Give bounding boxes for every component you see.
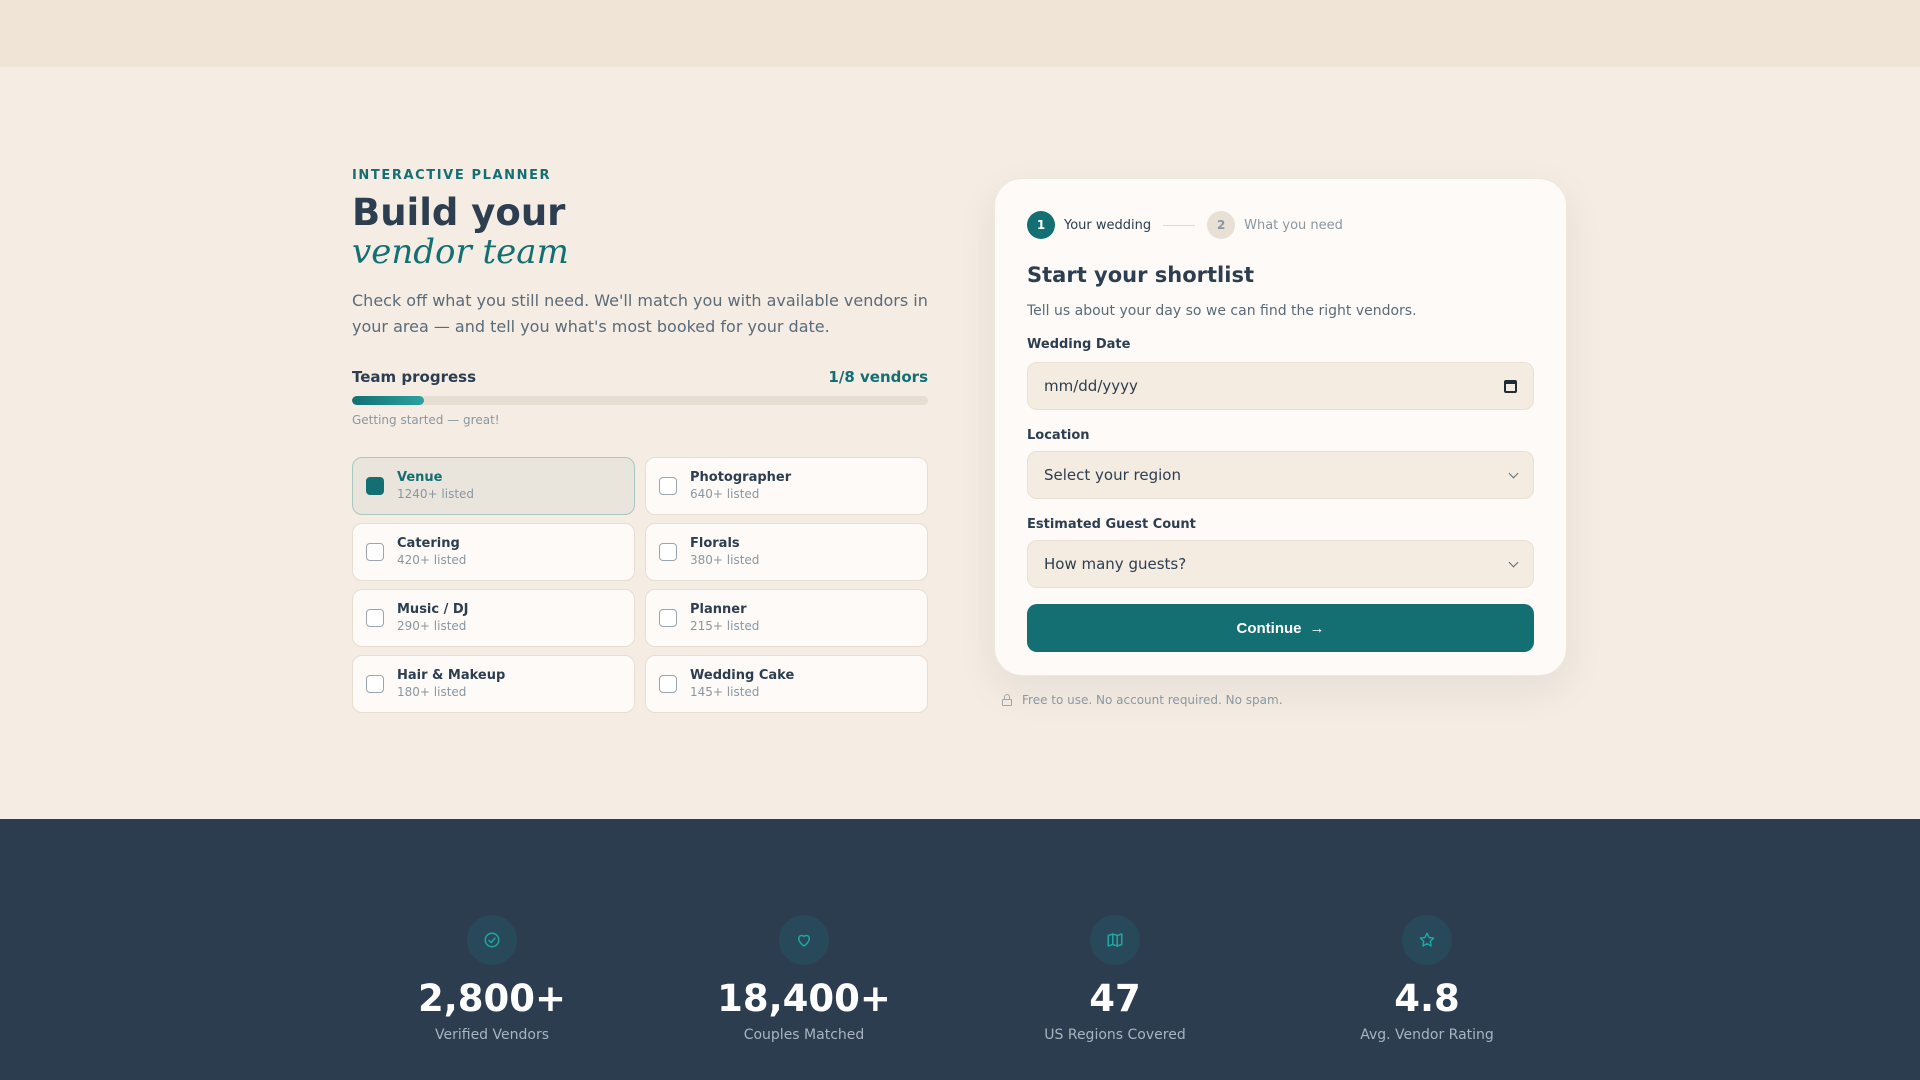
vendor-name: Catering [397, 535, 460, 551]
progress-bar-fill [352, 395, 424, 405]
planner-intro: INTERACTIVE PLANNER Build your vendor te… [352, 160, 928, 713]
step-divider [1163, 224, 1196, 226]
progress-bar [352, 395, 928, 405]
stat-couples-matched: 18,400+ Couples Matched [654, 819, 954, 1043]
stat-label: Couples Matched [743, 1027, 865, 1043]
vendor-count: 1240+ listed [397, 486, 475, 501]
vendor-option-venue[interactable]: Venue 1240+ listed [352, 456, 635, 515]
intro-text: Check off what you still need. We'll mat… [352, 290, 928, 336]
vendor-name: Photographer [690, 469, 792, 485]
stat-label: Avg. Vendor Rating [1360, 1027, 1494, 1043]
vendor-option-catering[interactable]: Catering 420+ listed [352, 522, 635, 581]
vendor-option-hair-makeup[interactable]: Hair & Makeup 180+ listed [352, 654, 635, 713]
check-circle-icon [467, 915, 517, 965]
stat-value: 4.8 [1394, 977, 1460, 1020]
location-label: Location [1027, 428, 1090, 443]
vendor-text: Music / DJ 290+ listed [397, 602, 469, 634]
vendor-name: Hair & Makeup [397, 667, 506, 683]
vendor-option-photographer[interactable]: Photographer 640+ listed [645, 456, 928, 515]
wedding-date-label: Wedding Date [1027, 337, 1131, 352]
checkbox[interactable] [366, 476, 384, 495]
stat-vendor-rating: 4.8 Avg. Vendor Rating [1277, 819, 1577, 1043]
checkbox[interactable] [366, 674, 384, 693]
vendor-name: Planner [690, 601, 747, 617]
vendor-count: 380+ listed [690, 552, 760, 567]
star-icon [1402, 915, 1452, 965]
guest-count-select[interactable]: How many guests? [1027, 540, 1534, 588]
checkbox[interactable] [659, 674, 677, 693]
stat-value: 2,800+ [417, 977, 567, 1020]
step-2-label: What you need [1244, 217, 1343, 233]
step-2-indicator: 2 [1207, 211, 1236, 239]
stat-label: Verified Vendors [435, 1027, 549, 1043]
privacy-note: Free to use. No account required. No spa… [1002, 693, 1283, 707]
vendor-option-florals[interactable]: Florals 380+ listed [645, 522, 928, 581]
checkbox[interactable] [659, 608, 677, 627]
stat-verified-vendors: 2,800+ Verified Vendors [342, 819, 642, 1043]
page-title-accent: vendor team [352, 232, 569, 273]
continue-button[interactable]: Continue → [1027, 604, 1534, 652]
progress-title: Team progress [352, 367, 476, 386]
vendor-name: Music / DJ [397, 601, 469, 617]
progress-count: 1/8 vendors [828, 367, 928, 386]
stats-band: 2,800+ Verified Vendors 18,400+ Couples … [0, 819, 1920, 1080]
chevron-down-icon [1508, 557, 1519, 567]
continue-label: Continue [1236, 619, 1302, 637]
vendor-checklist: Venue 1240+ listed Photographer 640+ lis… [352, 456, 928, 713]
lock-icon [1002, 694, 1012, 706]
vendor-name: Wedding Cake [690, 667, 795, 683]
privacy-note-text: Free to use. No account required. No spa… [1022, 693, 1283, 707]
vendor-name: Venue [397, 469, 443, 485]
top-bar [0, 0, 1920, 67]
vendor-count: 215+ listed [690, 618, 760, 633]
vendor-count: 145+ listed [690, 684, 760, 699]
stat-value: 47 [1089, 977, 1141, 1020]
location-value: Select your region [1044, 466, 1181, 484]
calendar-icon[interactable] [1504, 379, 1517, 393]
form-subtitle: Tell us about your day so we can find th… [1027, 303, 1417, 319]
vendor-text: Photographer 640+ listed [690, 470, 791, 502]
checkbox[interactable] [366, 608, 384, 627]
vendor-text: Hair & Makeup 180+ listed [397, 668, 505, 700]
guest-count-label: Estimated Guest Count [1027, 517, 1196, 532]
vendor-count: 640+ listed [690, 486, 760, 501]
progress-header: Team progress 1/8 vendors [352, 368, 928, 386]
stepper: 1 Your wedding 2 What you need [1027, 211, 1534, 239]
arrow-right-icon: → [1309, 619, 1325, 637]
page-title: Build your [352, 191, 566, 234]
step-1-indicator: 1 [1027, 211, 1055, 239]
vendor-option-planner[interactable]: Planner 215+ listed [645, 588, 928, 647]
vendor-count: 290+ listed [397, 618, 467, 633]
step-1-label: Your wedding [1064, 217, 1152, 233]
wedding-date-placeholder: mm/dd/yyyy [1044, 377, 1138, 395]
vendor-count: 420+ listed [397, 552, 467, 567]
eyebrow-label: INTERACTIVE PLANNER [352, 168, 552, 183]
map-icon [1090, 915, 1140, 965]
vendor-text: Catering 420+ listed [397, 536, 466, 568]
stat-value: 18,400+ [717, 977, 891, 1020]
progress-note: Getting started — great! [352, 412, 500, 427]
heart-icon [779, 915, 829, 965]
vendor-text: Wedding Cake 145+ listed [690, 668, 794, 700]
checkbox[interactable] [659, 476, 677, 495]
vendor-count: 180+ listed [397, 684, 467, 699]
location-select[interactable]: Select your region [1027, 451, 1534, 499]
vendor-name: Florals [690, 535, 740, 551]
vendor-text: Planner 215+ listed [690, 602, 759, 634]
checkbox[interactable] [366, 542, 384, 561]
stat-regions-covered: 47 US Regions Covered [965, 819, 1265, 1043]
form-title: Start your shortlist [1027, 263, 1254, 287]
guest-count-value: How many guests? [1044, 555, 1187, 573]
checkbox[interactable] [659, 542, 677, 561]
wedding-date-input[interactable]: mm/dd/yyyy [1027, 362, 1534, 410]
shortlist-form-card: 1 Your wedding 2 What you need Start you… [994, 178, 1567, 676]
vendor-text: Venue 1240+ listed [397, 470, 474, 502]
chevron-down-icon [1508, 468, 1519, 478]
stat-label: US Regions Covered [1044, 1027, 1186, 1043]
vendor-option-wedding-cake[interactable]: Wedding Cake 145+ listed [645, 654, 928, 713]
vendor-text: Florals 380+ listed [690, 536, 759, 568]
vendor-option-music-dj[interactable]: Music / DJ 290+ listed [352, 588, 635, 647]
